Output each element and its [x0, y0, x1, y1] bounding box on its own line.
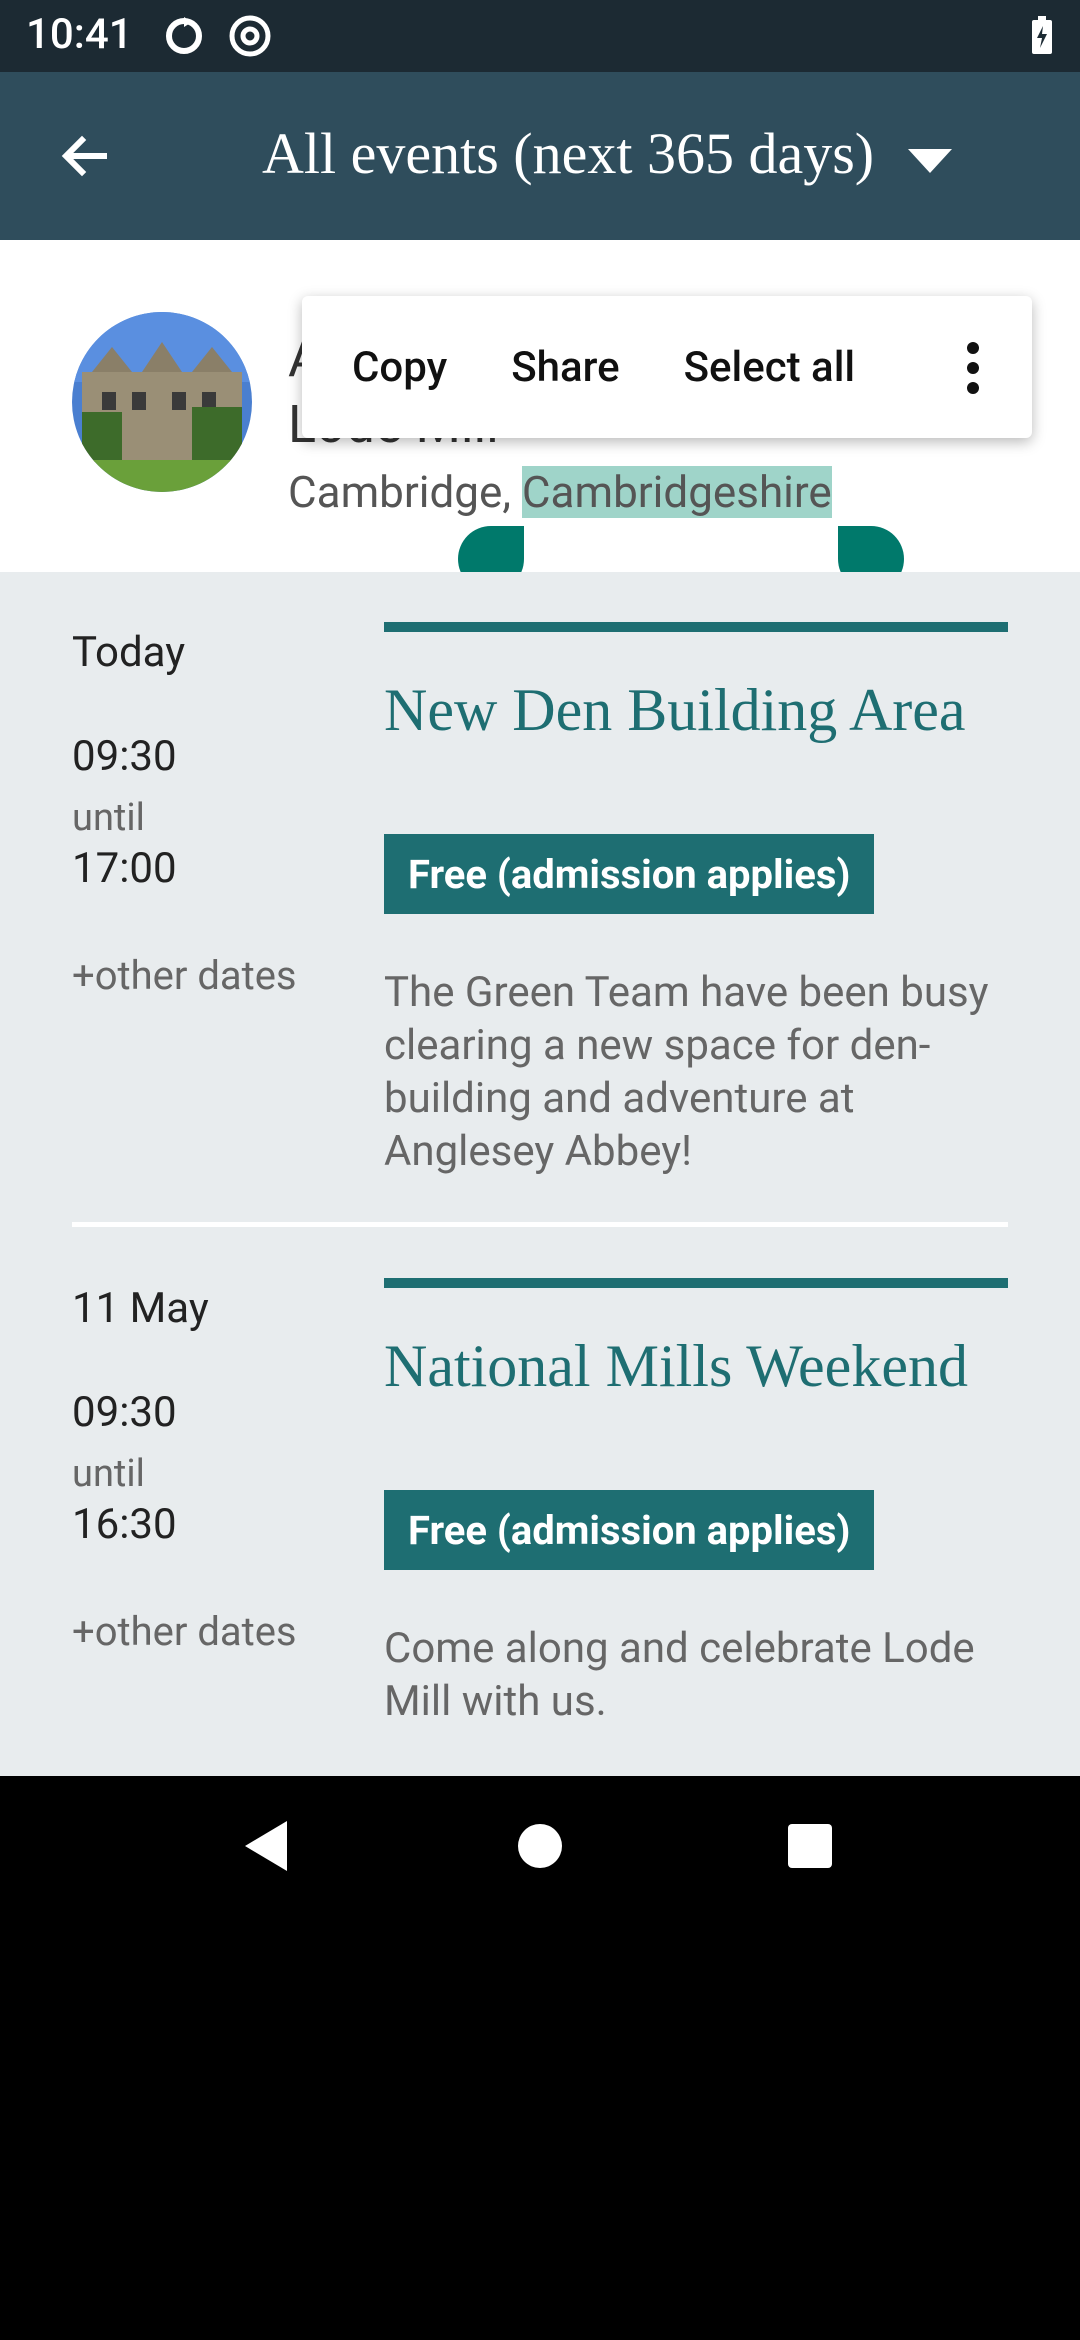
selected-text[interactable]: Cambridgeshire [521, 466, 832, 518]
event-title[interactable]: New Den Building Area [384, 676, 1034, 745]
event-divider [384, 622, 1008, 632]
event-description: Come along and celebrate Lode Mill with … [384, 1624, 975, 1726]
nav-home-icon[interactable] [500, 1806, 580, 1886]
other-dates-link[interactable]: +other dates [72, 1608, 297, 1655]
caret-down-icon [908, 149, 952, 173]
event-end-time: 17:00 [72, 844, 177, 893]
event-until-label: until [72, 1452, 145, 1496]
more-vert-icon[interactable] [958, 342, 988, 394]
back-button[interactable] [40, 112, 128, 200]
price-badge: Free (admission applies) [384, 834, 875, 914]
event-start-time: 09:30 [72, 732, 177, 781]
event-date: Today [72, 628, 186, 677]
location-text: Cambridge, [288, 466, 522, 518]
select-all-button[interactable]: Select all [652, 343, 888, 392]
battery-icon [1030, 16, 1054, 60]
price-badge: Free (admission applies) [384, 1490, 875, 1570]
nav-back-icon[interactable] [226, 1806, 306, 1886]
event-divider [384, 1278, 1008, 1288]
event-title[interactable]: National Mills Weekend [384, 1332, 1034, 1401]
event-until-label: until [72, 796, 145, 840]
app-bar: All events (next 365 days) [0, 72, 1080, 240]
at-sign-icon [228, 14, 272, 62]
arrow-back-icon [61, 135, 107, 177]
status-time: 10:41 [26, 10, 133, 59]
property-location: Cambridge, Cambridgeshire [288, 466, 832, 518]
share-button[interactable]: Share [479, 343, 651, 392]
text-selection-menu: Copy Share Select all [302, 296, 1032, 438]
list-separator [72, 1222, 1008, 1227]
system-nav-bar [0, 1776, 1080, 1916]
nav-recents-icon[interactable] [770, 1806, 850, 1886]
status-bar: 10:41 [0, 0, 1080, 72]
filter-dropdown-button[interactable] [900, 132, 960, 192]
property-avatar [72, 312, 252, 492]
event-date: 11 May [72, 1284, 209, 1333]
other-dates-link[interactable]: +other dates [72, 952, 297, 999]
event-end-time: 16:30 [72, 1500, 177, 1549]
event-description: The Green Team have been busy clearing a… [384, 968, 989, 1176]
copy-button[interactable]: Copy [302, 343, 479, 392]
page-title[interactable]: All events (next 365 days) [262, 120, 874, 187]
events-list: Today 09:30 until 17:00 +other dates New… [0, 572, 1080, 1776]
event-start-time: 09:30 [72, 1388, 177, 1437]
sync-icon [162, 14, 206, 62]
